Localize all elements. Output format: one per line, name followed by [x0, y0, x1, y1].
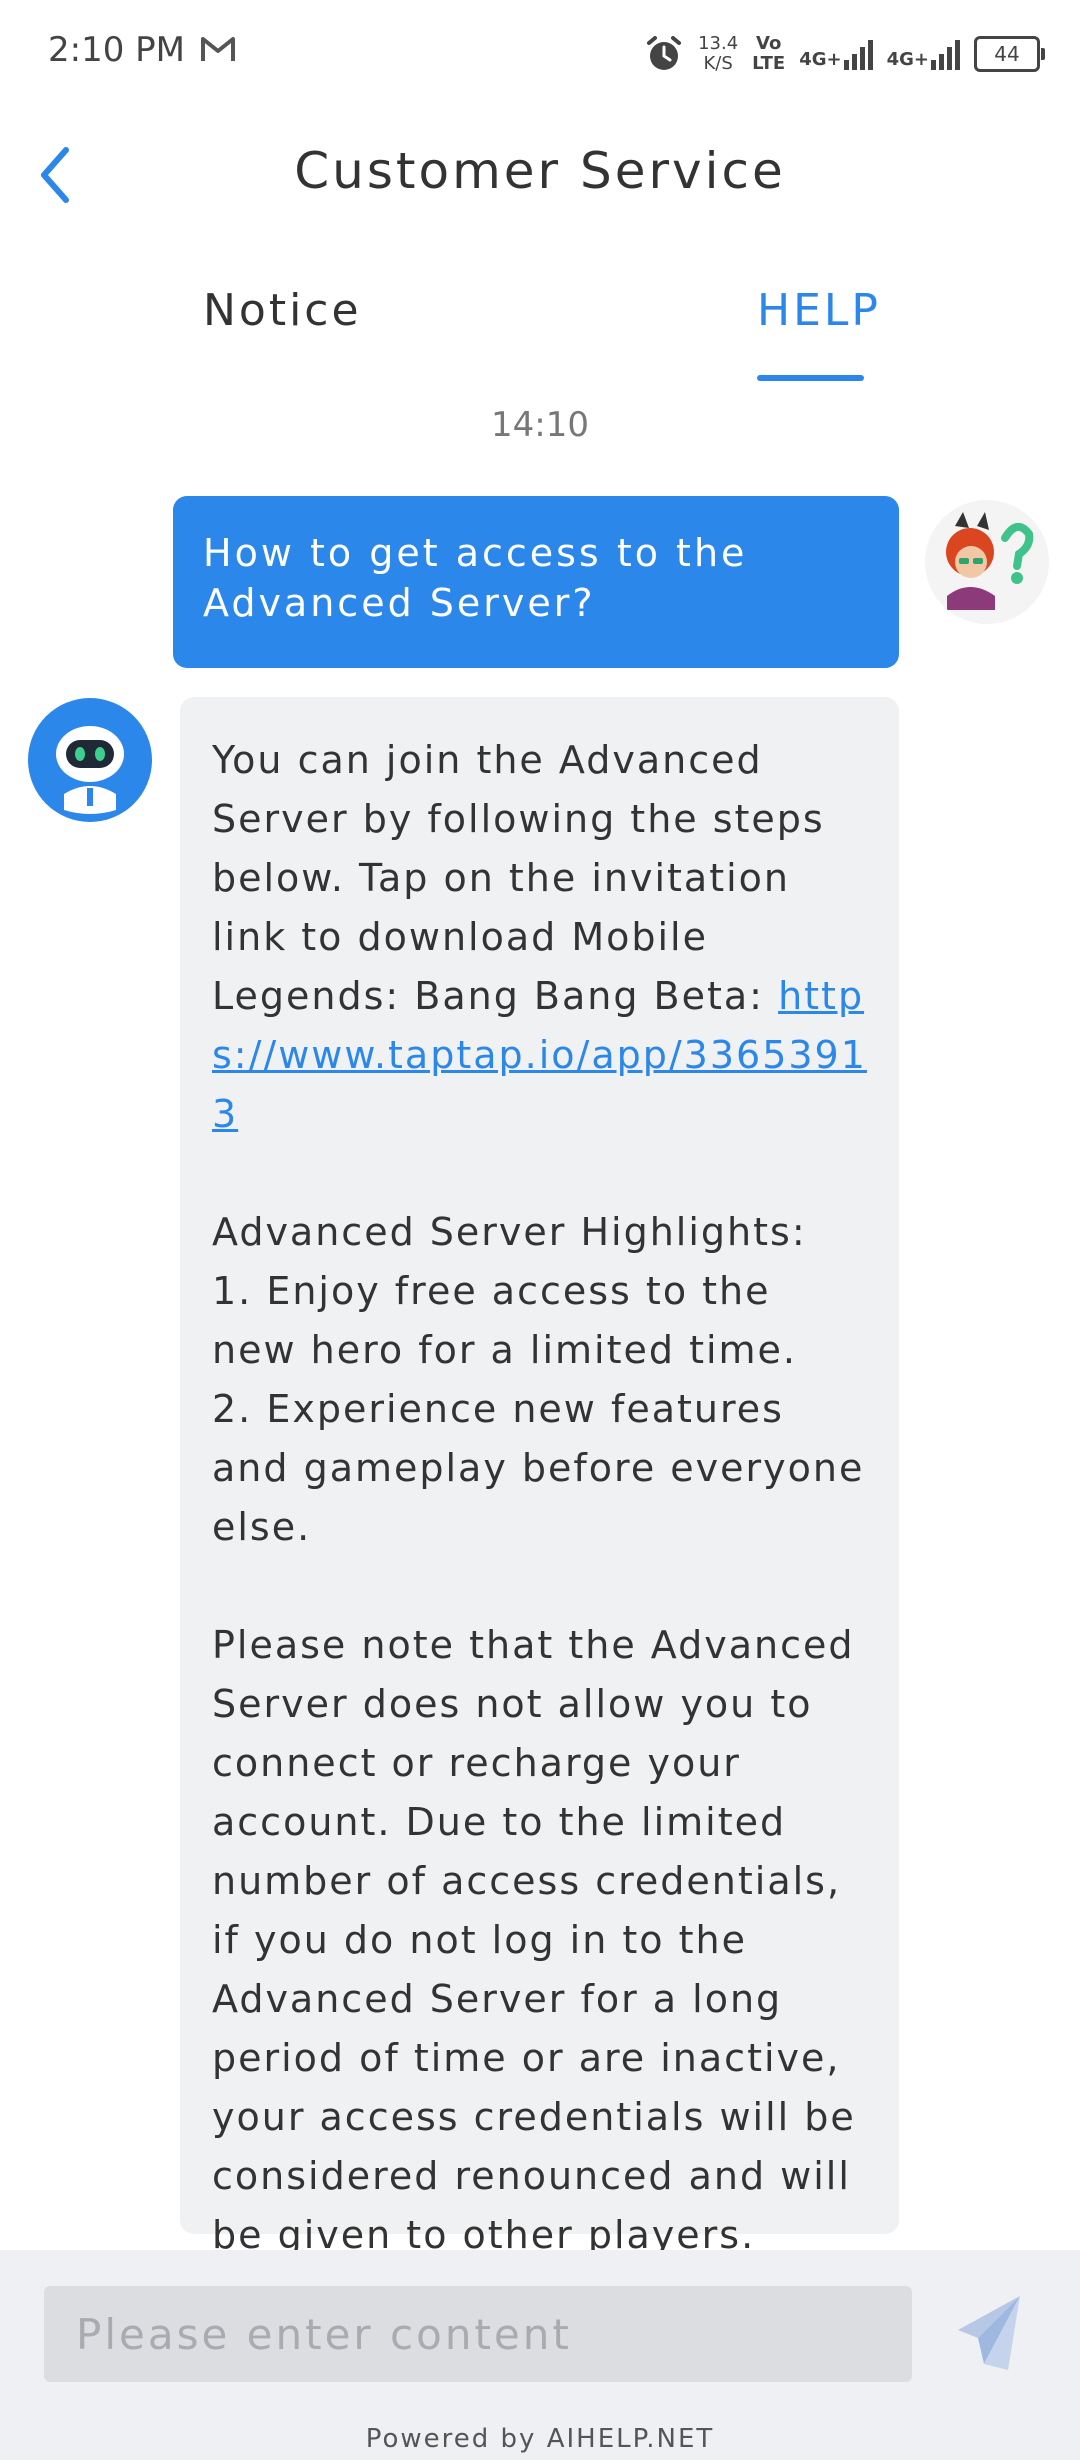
status-icons: 13.4 K/S Vo LTE 4G+ 4G+ 44: [644, 26, 1045, 82]
send-icon[interactable]: [950, 2290, 1030, 2376]
signal-bars-icon: [931, 38, 960, 70]
active-tab-indicator: [757, 375, 864, 381]
battery-icon: 44: [974, 36, 1045, 72]
highlights-title: Advanced Server Highlights:: [212, 1210, 807, 1254]
header: Customer Service: [0, 120, 1080, 230]
tab-help[interactable]: HELP: [757, 285, 881, 336]
highlight-item: 1. Enjoy free access to the new hero for…: [212, 1269, 797, 1372]
status-time: 2:10 PM: [48, 30, 185, 70]
powered-by-label: Powered by AIHELP.NET: [365, 2424, 715, 2454]
user-message-bubble: How to get access to the Advanced Server…: [173, 496, 899, 668]
signal-strength-1: 4G+: [799, 38, 873, 70]
bot-avatar-icon: [28, 698, 152, 822]
chat-timestamp: 14:10: [491, 405, 589, 445]
user-avatar-image: [925, 500, 1049, 624]
highlight-item: 2. Experience new features and gameplay …: [212, 1387, 865, 1549]
signal-strength-2: 4G+: [887, 38, 960, 70]
gmail-icon: [201, 37, 235, 61]
tab-bar: Notice HELP: [0, 270, 1080, 385]
message-composer: Powered by AIHELP.NET: [0, 2250, 1080, 2460]
signal-bars-icon: [843, 38, 873, 70]
user-avatar: [925, 500, 1049, 624]
bot-message-bubble: You can join the Advanced Server by foll…: [180, 697, 899, 2375]
message-input[interactable]: [44, 2286, 912, 2382]
tab-notice[interactable]: Notice: [203, 285, 362, 336]
bot-message-intro: You can join the Advanced Server by foll…: [212, 738, 867, 1136]
status-bar: 2:10 PM 13.4 K/S Vo LTE 4G+ 4G+ 44: [0, 0, 1080, 110]
alarm-icon: [647, 36, 682, 70]
page-title: Customer Service: [294, 142, 786, 200]
network-speed: 13.4 K/S: [698, 33, 739, 74]
volte-indicator: Vo LTE: [752, 33, 786, 74]
